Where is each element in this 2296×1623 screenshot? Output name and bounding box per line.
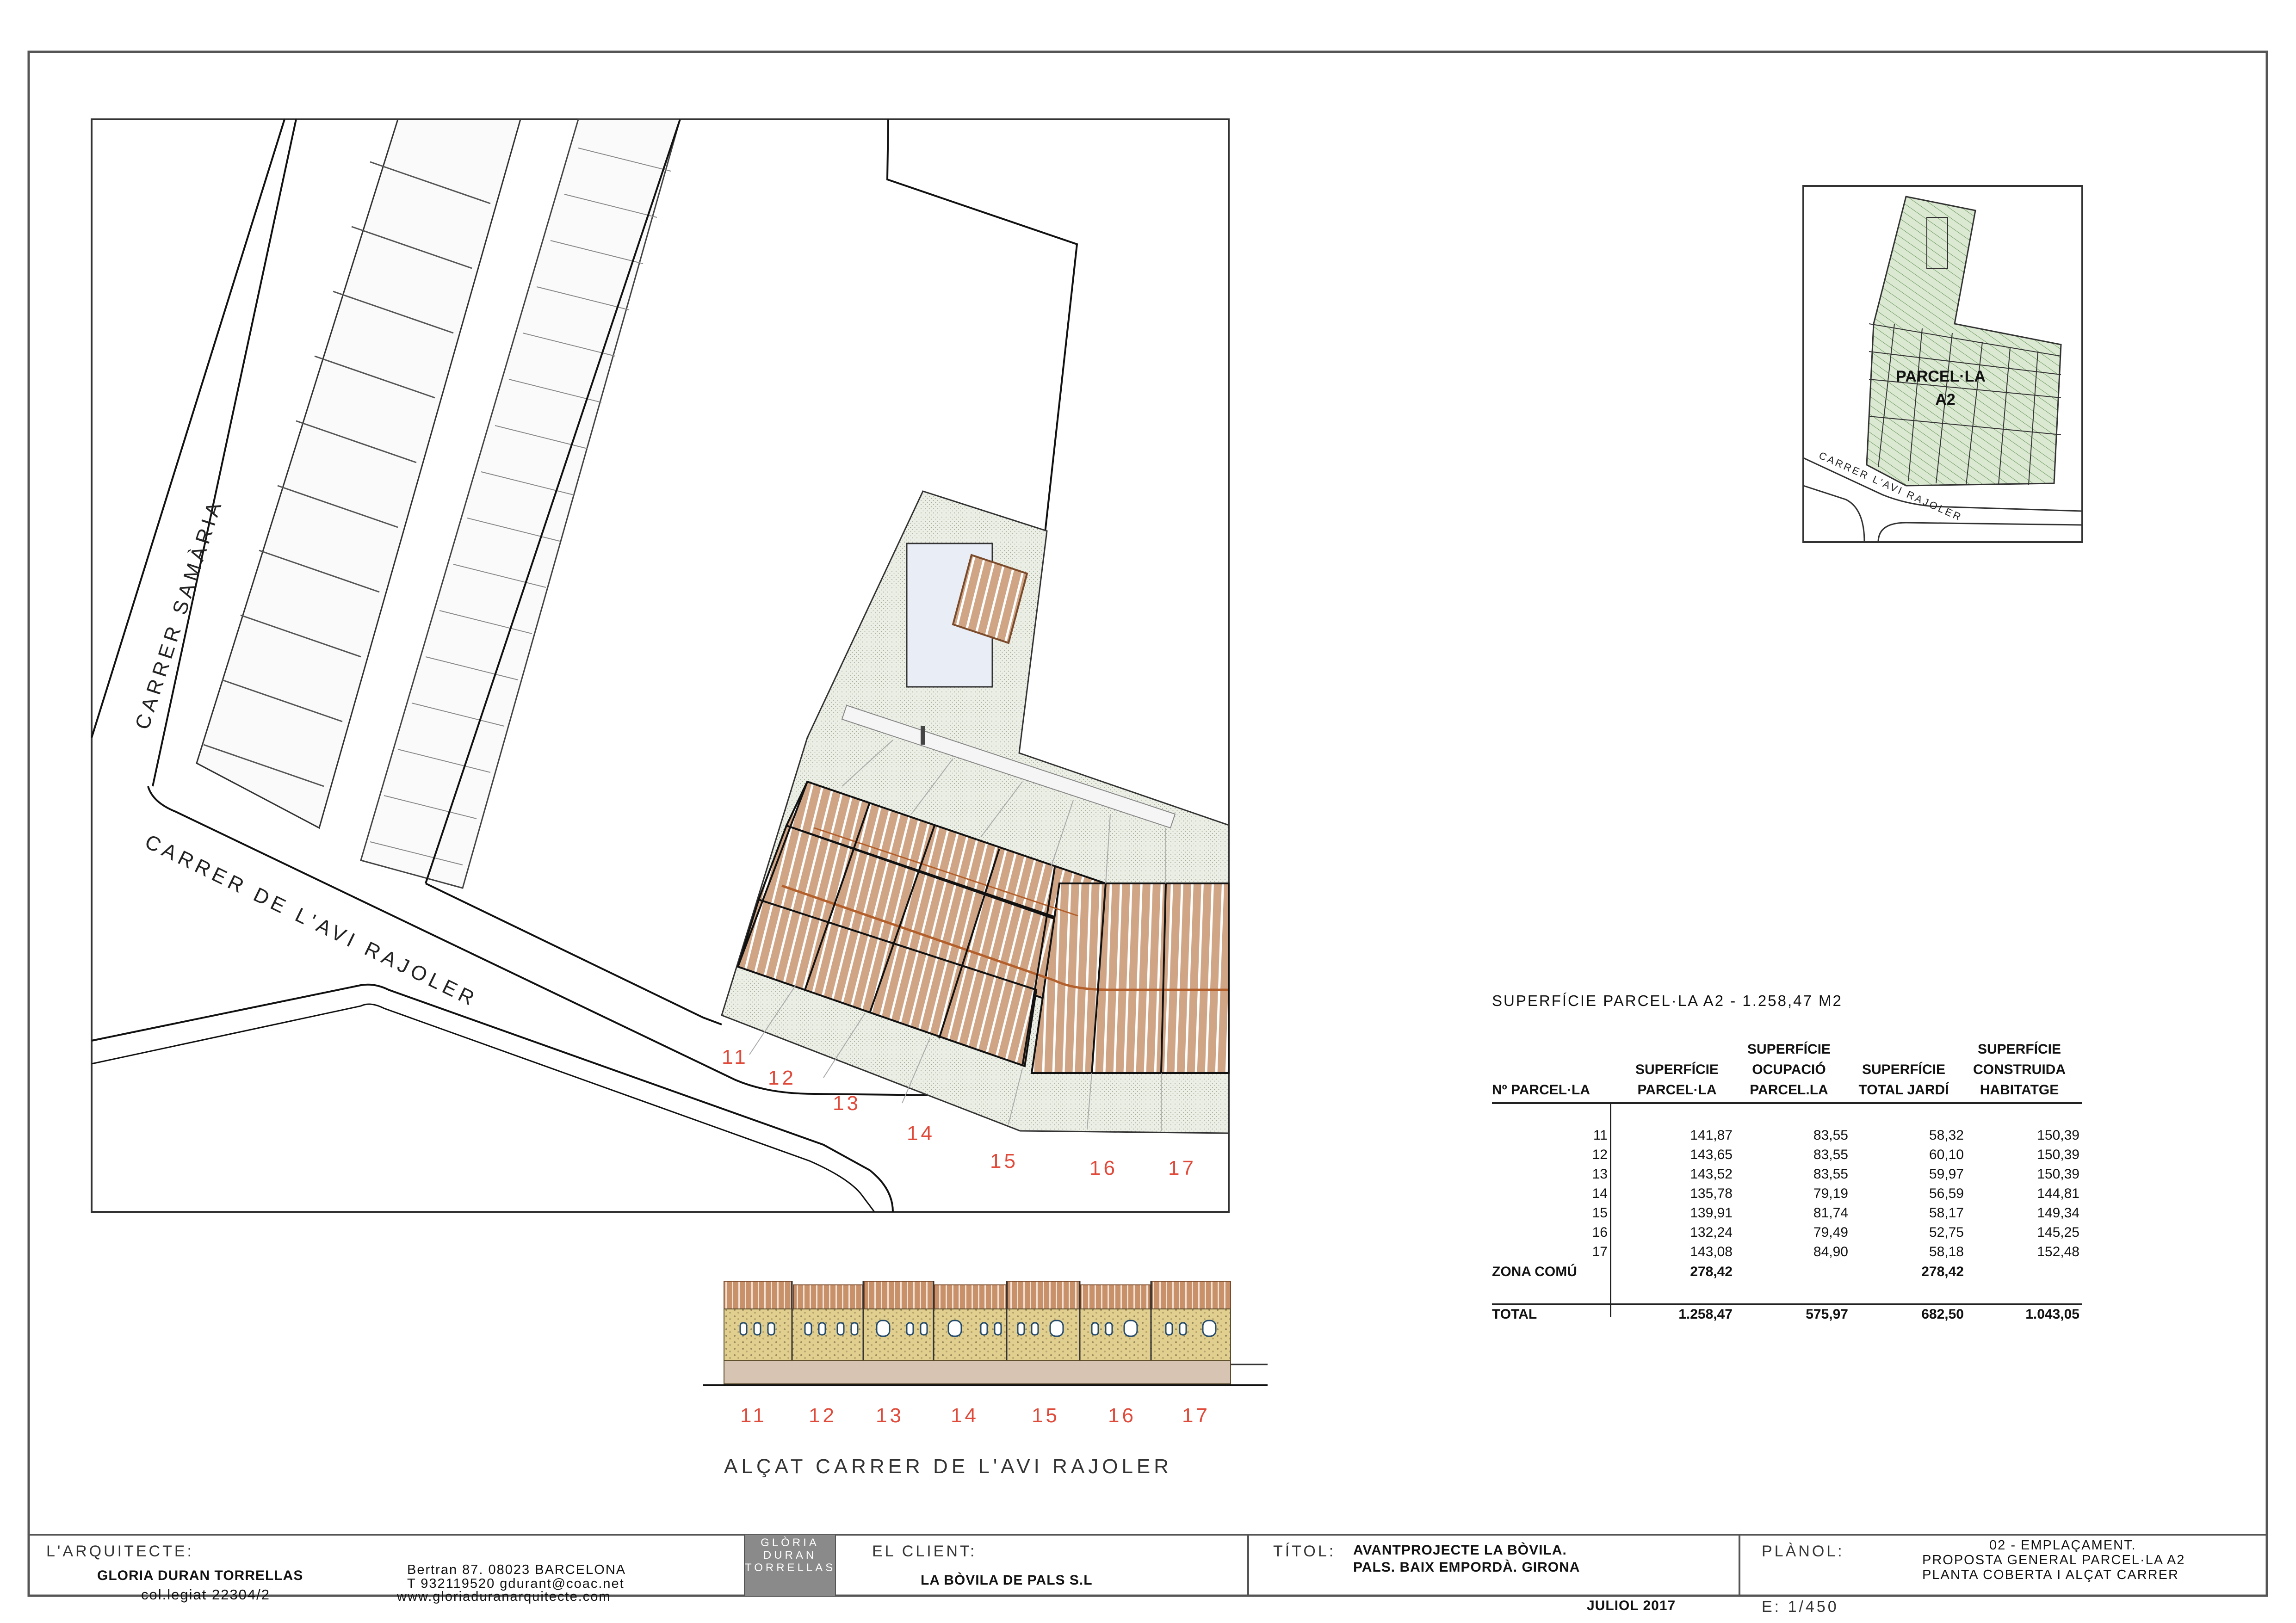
key-map: PARCEL·LA A2 CARRER L'AVI RAJOLER (1802, 185, 2083, 543)
architect-logo: GLÒRIA DURAN TORRELLAS (745, 1537, 836, 1574)
lot-number-13: 13 (833, 1092, 861, 1115)
header-construida: SUPERFÍCIE CONSTRUIDA HABITATGE (1973, 1042, 2066, 1098)
cell-construida: 144,81 (2037, 1186, 2079, 1201)
architect-website[interactable]: www.gloriaduranarquitecte.com (397, 1589, 611, 1604)
site-plan: 11 12 13 14 15 16 17 CARRER SAMÀRIA CARR… (91, 118, 1230, 1212)
cell-jardi: 59,97 (1929, 1166, 1964, 1182)
architect-address: Bertran 87. 08023 BARCELONA (407, 1562, 626, 1577)
cell-jardi: 58,32 (1929, 1128, 1964, 1143)
architect-label: L'ARQUITECTE: (46, 1543, 194, 1560)
lot-number-14: 14 (907, 1122, 935, 1145)
elevation-lot-15: 15 (1032, 1404, 1060, 1427)
total-ocupacio: 575,97 (1806, 1307, 1848, 1322)
cell-superficie: 141,87 (1690, 1128, 1733, 1143)
cell-ocupacio: 79,19 (1813, 1186, 1848, 1201)
lot-number-16: 16 (1089, 1157, 1118, 1179)
client-name: LA BÒVILA DE PALS S.L (921, 1573, 1093, 1588)
cell-construida: 149,34 (2037, 1205, 2079, 1221)
total-jardi: 682,50 (1921, 1307, 1964, 1322)
cell-ocupacio: 79,49 (1813, 1225, 1848, 1240)
drawing-sheet: 11 12 13 14 15 16 17 CARRER SAMÀRIA CARR… (27, 50, 2268, 1597)
street-elevation: 11 12 13 14 15 16 17 ALÇAT CARRER DE L'A… (703, 1281, 1268, 1478)
cell-parcel: 11 (1593, 1128, 1608, 1143)
cell-superficie: 143,52 (1690, 1166, 1733, 1182)
cell-parcel: 12 (1592, 1147, 1608, 1162)
plan-number: 02 - EMPLAÇAMENT. (1989, 1538, 2136, 1553)
lot-number-15: 15 (990, 1150, 1018, 1173)
elevation-lot-17: 17 (1182, 1404, 1210, 1427)
header-jardi: SUPERFÍCIE TOTAL JARDÍ (1858, 1062, 1949, 1098)
project-title: AVANTPROJECTE LA BÒVILA. (1353, 1543, 1567, 1558)
cell-superficie: 143,65 (1690, 1147, 1733, 1162)
cell-construida: 150,39 (2037, 1128, 2079, 1143)
elevation-caption: ALÇAT CARRER DE L'AVI RAJOLER (724, 1455, 1172, 1478)
project-date: JULIOL 2017 (1587, 1598, 1676, 1613)
architect-logo-caption: ARQUITECTE (755, 1605, 827, 1613)
cell-construida: 152,48 (2037, 1244, 2079, 1259)
client-label: EL CLIENT: (872, 1543, 977, 1560)
cell-jardi: 60,10 (1929, 1147, 1964, 1162)
project-location: PALS. BAIX EMPORDÀ. GIRONA (1353, 1560, 1580, 1575)
plan-label: PLÀNOL: (1762, 1543, 1844, 1560)
plan-scale: E: 1/450 (1762, 1598, 1839, 1616)
header-superficie: SUPERFÍCIE PARCEL·LA (1635, 1062, 1719, 1098)
cell-jardi: 58,17 (1929, 1205, 1964, 1221)
title-label: TÍTOL: (1273, 1543, 1336, 1560)
cell-parcel: 15 (1592, 1205, 1608, 1221)
cell-jardi: 52,75 (1929, 1225, 1964, 1240)
header-parcel: Nº PARCEL·LA (1492, 1082, 1590, 1098)
cell-parcel: 14 (1592, 1186, 1608, 1201)
cell-superficie: 139,91 (1690, 1205, 1733, 1221)
cell-ocupacio: 83,55 (1813, 1128, 1848, 1143)
area-table: SUPERFÍCIE PARCEL·LA A2 - 1.258,47 M2 Nº… (1492, 990, 2103, 1332)
cell-jardi: 56,59 (1929, 1186, 1964, 1201)
header-ocupacio: SUPERFÍCIE OCUPACIÓ PARCEL.LA (1747, 1042, 1831, 1098)
total-superficie: 1.258,47 (1678, 1307, 1733, 1322)
total-construida: 1.043,05 (2025, 1307, 2079, 1322)
elevation-lot-11: 11 (740, 1404, 767, 1427)
architect-registration: col.legiat 22304/2 (141, 1586, 271, 1603)
cell-superficie: 143,08 (1690, 1244, 1733, 1259)
architect-name: GLORIA DURAN TORRELLAS (97, 1568, 303, 1583)
plan-title-1: PROPOSTA GENERAL PARCEL·LA A2 (1922, 1553, 2185, 1567)
elevation-lot-13: 13 (876, 1404, 904, 1427)
zona-comu-jardi: 278,42 (1921, 1264, 1964, 1279)
total-label: TOTAL (1492, 1307, 1537, 1322)
cell-ocupacio: 81,74 (1813, 1205, 1848, 1221)
elevation-lot-16: 16 (1108, 1404, 1136, 1427)
cell-construida: 150,39 (2037, 1147, 2079, 1162)
zona-comu-superficie: 278,42 (1690, 1264, 1733, 1279)
cell-superficie: 132,24 (1690, 1225, 1733, 1240)
cell-ocupacio: 84,90 (1813, 1244, 1848, 1259)
zona-comu-label: ZONA COMÚ (1492, 1264, 1577, 1279)
column-divider (1610, 1102, 1611, 1317)
elevation-lot-12: 12 (809, 1404, 837, 1427)
cell-ocupacio: 83,55 (1813, 1147, 1848, 1162)
lot-number-12: 12 (768, 1067, 796, 1089)
cell-ocupacio: 83,55 (1813, 1166, 1848, 1182)
header-rule (1492, 1102, 2082, 1104)
lot-number-17: 17 (1168, 1157, 1196, 1179)
cell-jardi: 58,18 (1929, 1244, 1964, 1259)
key-map-parcel-label-2: A2 (1935, 391, 1955, 408)
key-map-parcel-label-1: PARCEL·LA (1896, 368, 1986, 385)
elevation-lot-14: 14 (951, 1404, 979, 1427)
cell-superficie: 135,78 (1690, 1186, 1733, 1201)
cell-construida: 145,25 (2037, 1225, 2079, 1240)
cell-construida: 150,39 (2037, 1166, 2079, 1182)
street-label-samaria: CARRER SAMÀRIA (131, 495, 227, 732)
table-title: SUPERFÍCIE PARCEL·LA A2 - 1.258,47 M2 (1492, 992, 1843, 1009)
plan-title-2: PLANTA COBERTA I ALÇAT CARRER (1922, 1567, 2179, 1582)
cell-parcel: 16 (1592, 1225, 1608, 1240)
cell-parcel: 13 (1592, 1166, 1608, 1182)
cell-parcel: 17 (1592, 1244, 1608, 1259)
lot-number-11: 11 (722, 1046, 749, 1068)
